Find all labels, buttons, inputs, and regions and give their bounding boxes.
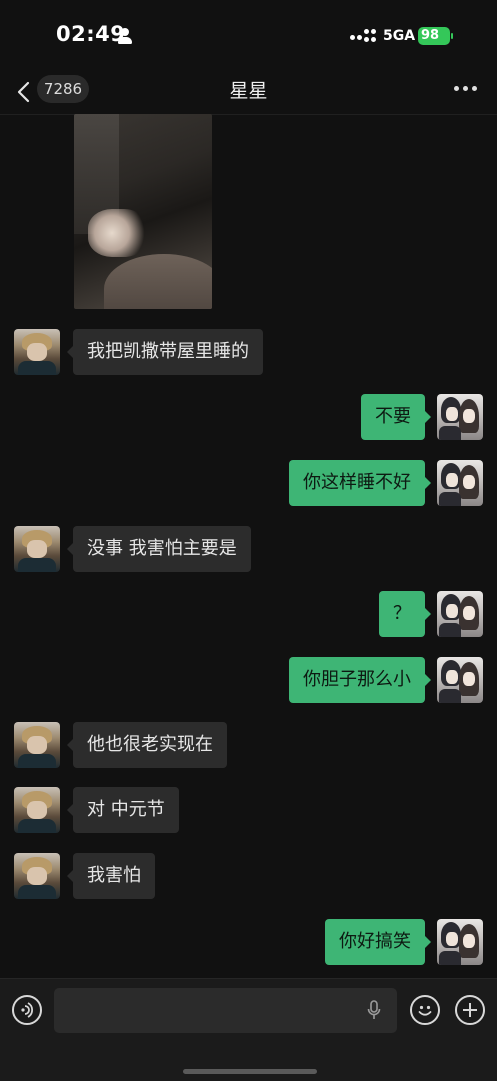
message-bubble-outgoing[interactable]: ？ xyxy=(379,591,431,637)
avatar-self[interactable] xyxy=(437,394,483,440)
avatar-contact[interactable] xyxy=(14,526,60,572)
chat-header: 7286 星星 xyxy=(0,70,497,115)
emoji-icon[interactable] xyxy=(410,995,440,1025)
voice-icon[interactable] xyxy=(12,995,42,1025)
message-input-bar xyxy=(0,978,497,1081)
battery-indicator: 98 xyxy=(418,27,450,45)
message-bubble-incoming[interactable]: 没事 我害怕主要是 xyxy=(67,526,251,572)
message-bubble-incoming[interactable]: 他也很老实现在 xyxy=(67,722,227,768)
avatar-self[interactable] xyxy=(437,919,483,965)
plus-icon[interactable] xyxy=(455,995,485,1025)
battery-tip xyxy=(451,33,453,39)
message-bubble-incoming[interactable]: 我害怕 xyxy=(67,853,155,899)
more-icon[interactable] xyxy=(454,86,478,92)
avatar-contact[interactable] xyxy=(14,787,60,833)
status-bar: 02:49 5GA 98 xyxy=(0,0,497,70)
message-bubble-incoming[interactable]: 对 中元节 xyxy=(67,787,179,833)
message-bubble-outgoing[interactable]: 不要 xyxy=(361,394,431,440)
status-time: 02:49 xyxy=(56,22,126,46)
message-bubble-incoming[interactable]: 我把凯撒带屋里睡的 xyxy=(67,329,263,375)
message-bubble-outgoing[interactable]: 你好搞笑 xyxy=(325,919,431,965)
chat-title: 星星 xyxy=(229,80,268,102)
message-bubble-outgoing[interactable]: 你胆子那么小 xyxy=(289,657,431,703)
network-label: 5GA xyxy=(383,28,416,44)
signal-icon xyxy=(350,29,376,45)
image-message[interactable] xyxy=(74,114,212,309)
message-input[interactable] xyxy=(54,988,397,1033)
avatar-contact[interactable] xyxy=(14,722,60,768)
avatar-contact[interactable] xyxy=(14,329,60,375)
microphone-icon[interactable] xyxy=(367,1000,381,1020)
avatar-contact[interactable] xyxy=(14,853,60,899)
home-indicator[interactable] xyxy=(183,1069,317,1074)
avatar-self[interactable] xyxy=(437,460,483,506)
avatar-self[interactable] xyxy=(437,591,483,637)
avatar-self[interactable] xyxy=(437,657,483,703)
person-icon xyxy=(118,28,132,44)
message-bubble-outgoing[interactable]: 你这样睡不好 xyxy=(289,460,431,506)
